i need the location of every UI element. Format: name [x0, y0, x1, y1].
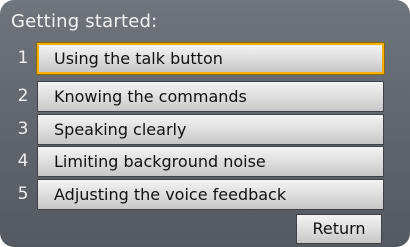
menu-item-label: Knowing the commands — [54, 87, 247, 106]
menu-item-number: 2 — [17, 86, 29, 106]
voice-help-screen: Getting started: 1 Using the talk button… — [0, 0, 410, 247]
menu-item-label: Speaking clearly — [54, 120, 187, 139]
menu-item-label: Limiting background noise — [54, 152, 266, 171]
menu-item-using-talk-button[interactable]: Using the talk button — [37, 43, 384, 74]
menu-item-number: 1 — [17, 48, 29, 68]
menu-item-knowing-commands[interactable]: Knowing the commands — [37, 81, 384, 112]
return-button[interactable]: Return — [296, 214, 382, 244]
menu-item-label: Using the talk button — [54, 49, 223, 68]
menu-item-number: 3 — [17, 119, 29, 139]
menu-item-limiting-noise[interactable]: Limiting background noise — [37, 146, 384, 177]
menu-item-number: 5 — [17, 184, 29, 204]
menu-item-number: 4 — [17, 151, 29, 171]
menu-item-label: Adjusting the voice feedback — [54, 185, 287, 204]
screen-title: Getting started: — [11, 11, 158, 32]
menu-item-adjusting-voice-feedback[interactable]: Adjusting the voice feedback — [37, 179, 384, 210]
menu-item-speaking-clearly[interactable]: Speaking clearly — [37, 114, 384, 145]
